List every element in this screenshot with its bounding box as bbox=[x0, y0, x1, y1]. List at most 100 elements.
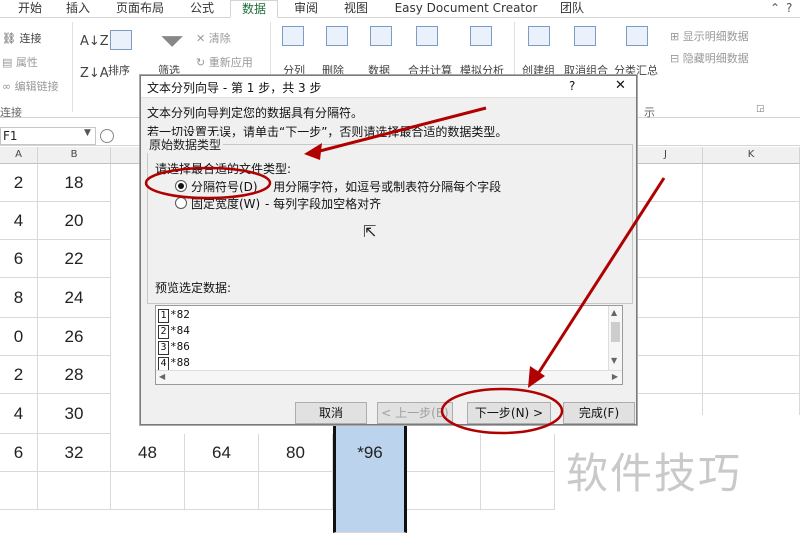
tab-page-layout[interactable]: 页面布局 bbox=[108, 0, 172, 18]
dialog-title-bar[interactable]: 文本分列向导 - 第 1 步，共 3 步 ? ✕ bbox=[141, 76, 636, 98]
cell-a7[interactable]: 4 bbox=[0, 394, 38, 434]
cell-b3[interactable]: 22 bbox=[38, 240, 111, 278]
cell-empty[interactable] bbox=[481, 472, 555, 510]
cell-a1[interactable]: 2 bbox=[0, 164, 38, 202]
clear-label: 清除 bbox=[208, 32, 231, 45]
cell-empty[interactable] bbox=[407, 434, 481, 472]
tab-insert[interactable]: 插入 bbox=[58, 0, 98, 18]
cell-a5[interactable]: 0 bbox=[0, 318, 38, 356]
tab-home[interactable]: 开始 bbox=[6, 0, 54, 18]
connections-button[interactable]: ⛓ 连接 bbox=[2, 30, 41, 46]
cell-empty[interactable] bbox=[703, 202, 800, 240]
preview-vertical-scrollbar[interactable]: ▲ ▼ bbox=[608, 306, 622, 370]
tab-view[interactable]: 视图 bbox=[336, 0, 376, 18]
mouse-cursor-icon: ⇱ bbox=[363, 222, 377, 241]
cell-empty[interactable] bbox=[0, 472, 38, 510]
back-button[interactable]: < 上一步(B) bbox=[377, 402, 453, 424]
tab-review[interactable]: 审阅 bbox=[286, 0, 326, 18]
edit-links-button[interactable]: ∞ 编辑链接 bbox=[2, 78, 59, 94]
cell-a3[interactable]: 6 bbox=[0, 240, 38, 278]
fixed-width-radio[interactable] bbox=[175, 197, 187, 209]
finish-button[interactable]: 完成(F) bbox=[563, 402, 635, 424]
cell-empty[interactable] bbox=[703, 278, 800, 318]
delimited-label[interactable]: 分隔符号(D) bbox=[191, 178, 258, 195]
cell-empty[interactable] bbox=[629, 164, 703, 202]
dialog-close-icon[interactable]: ✕ bbox=[615, 78, 626, 93]
column-header-a[interactable]: A bbox=[0, 147, 38, 164]
scroll-down-icon[interactable]: ▼ bbox=[611, 356, 617, 365]
cell-c8[interactable]: 48 bbox=[111, 434, 185, 472]
cell-b4[interactable]: 24 bbox=[38, 278, 111, 318]
ungroup-icon bbox=[574, 26, 596, 46]
sort-az-button[interactable]: A↓Z bbox=[80, 34, 109, 49]
sort-za-button[interactable]: Z↓A bbox=[80, 66, 109, 81]
cell-empty[interactable] bbox=[629, 278, 703, 318]
cell-empty[interactable] bbox=[703, 356, 800, 394]
hide-detail-label: 隐藏明细数据 bbox=[682, 52, 749, 65]
cell-empty[interactable] bbox=[407, 472, 481, 510]
scroll-thumb[interactable] bbox=[611, 322, 620, 342]
cell-b8[interactable]: 32 bbox=[38, 434, 111, 472]
name-box-dropdown-icon[interactable]: ▼ bbox=[84, 128, 91, 138]
cancel-button[interactable]: 取消 bbox=[295, 402, 367, 424]
cell-empty[interactable] bbox=[185, 472, 259, 510]
cell-a4[interactable]: 8 bbox=[0, 278, 38, 318]
clear-button[interactable]: ✕ 清除 bbox=[196, 30, 231, 46]
properties-label: 属性 bbox=[15, 56, 38, 69]
preview-row-number: 3 bbox=[158, 341, 169, 355]
sort-button[interactable]: 排序 bbox=[108, 62, 130, 78]
preview-row: 2 *84 bbox=[158, 324, 190, 339]
tab-easy-document-creator[interactable]: Easy Document Creator bbox=[386, 0, 546, 18]
dialog-title: 文本分列向导 - 第 1 步，共 3 步 bbox=[147, 81, 322, 95]
ribbon-tabs: 开始 插入 页面布局 公式 数据 审阅 视图 Easy Document Cre… bbox=[0, 0, 800, 18]
dialog-launcher-icon[interactable]: ◲ bbox=[756, 104, 765, 114]
cell-empty[interactable] bbox=[703, 318, 800, 356]
tab-data[interactable]: 数据 bbox=[230, 0, 278, 18]
cell-b7[interactable]: 30 bbox=[38, 394, 111, 434]
hide-detail-button[interactable]: ⊟ 隐藏明细数据 bbox=[670, 50, 749, 66]
scroll-left-icon[interactable]: ◀ bbox=[159, 372, 165, 381]
cell-empty[interactable] bbox=[703, 164, 800, 202]
cell-empty[interactable] bbox=[629, 356, 703, 394]
cell-b1[interactable]: 18 bbox=[38, 164, 111, 202]
preview-horizontal-scrollbar[interactable]: ◀ ▶ bbox=[156, 370, 622, 384]
properties-icon: ▤ bbox=[2, 56, 13, 69]
cell-b6[interactable]: 28 bbox=[38, 356, 111, 394]
next-button[interactable]: 下一步(N) > bbox=[467, 402, 551, 424]
cell-empty[interactable] bbox=[629, 202, 703, 240]
cell-empty[interactable] bbox=[629, 318, 703, 356]
column-header-j[interactable]: J bbox=[629, 147, 703, 164]
column-header-b[interactable]: B bbox=[38, 147, 111, 164]
cell-empty[interactable] bbox=[629, 240, 703, 278]
cell-empty[interactable] bbox=[259, 472, 333, 510]
cell-f8-selected[interactable]: *96 bbox=[333, 425, 407, 533]
cell-a8[interactable]: 6 bbox=[0, 434, 38, 472]
cell-empty[interactable] bbox=[111, 472, 185, 510]
name-box[interactable]: F1 bbox=[0, 127, 96, 145]
cell-d8[interactable]: 64 bbox=[185, 434, 259, 472]
tab-formulas[interactable]: 公式 bbox=[182, 0, 222, 18]
cell-empty[interactable] bbox=[703, 240, 800, 278]
preview-box[interactable]: 1 *82 2 *84 3 *86 4 *88 ▲ ▼ ◀ ▶ bbox=[155, 305, 623, 385]
fixed-width-label[interactable]: 固定宽度(W) bbox=[191, 195, 260, 212]
cell-empty[interactable] bbox=[481, 434, 555, 472]
cell-b5[interactable]: 26 bbox=[38, 318, 111, 356]
show-detail-button[interactable]: ⊞ 显示明细数据 bbox=[670, 28, 749, 44]
dialog-help-icon[interactable]: ? bbox=[569, 79, 575, 93]
ribbon-collapse-icon[interactable]: ⌃ bbox=[770, 1, 780, 15]
delimited-radio[interactable] bbox=[175, 180, 187, 192]
cell-e8[interactable]: 80 bbox=[259, 434, 333, 472]
formula-bar-option-icon[interactable] bbox=[100, 129, 114, 143]
properties-button[interactable]: ▤ 属性 bbox=[2, 54, 38, 70]
tab-team[interactable]: 团队 bbox=[552, 0, 592, 18]
cell-a6[interactable]: 2 bbox=[0, 356, 38, 394]
scroll-right-icon[interactable]: ▶ bbox=[612, 372, 618, 381]
column-header-k[interactable]: K bbox=[703, 147, 800, 164]
cell-b2[interactable]: 20 bbox=[38, 202, 111, 240]
reapply-button[interactable]: ↻ 重新应用 bbox=[196, 54, 253, 70]
help-icon[interactable]: ? bbox=[786, 1, 792, 15]
sort-icon bbox=[110, 30, 132, 50]
cell-a2[interactable]: 4 bbox=[0, 202, 38, 240]
cell-empty[interactable] bbox=[38, 472, 111, 510]
scroll-up-icon[interactable]: ▲ bbox=[611, 308, 617, 317]
